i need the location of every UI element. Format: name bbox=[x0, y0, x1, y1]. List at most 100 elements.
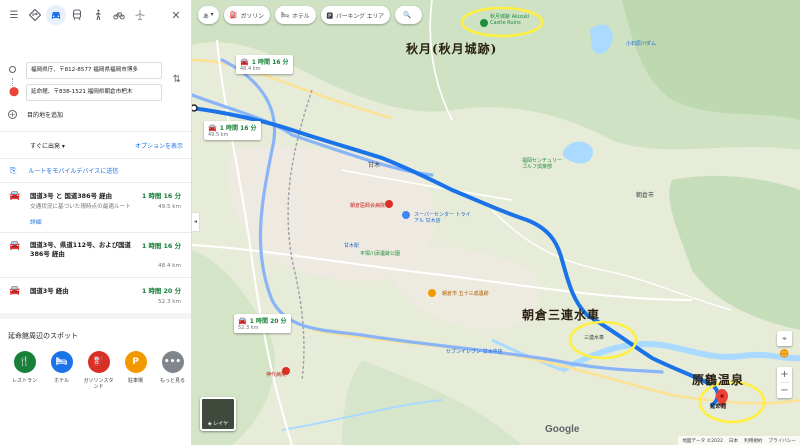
route-distance: 49.5 km bbox=[158, 204, 181, 210]
annotation-akizuki: 秋月(秋月城跡) bbox=[406, 42, 498, 56]
hotel-icon: 🛏 bbox=[50, 351, 73, 373]
map-canvas[interactable]: ◂ あ ▾ ⛽ ガソリン 🛏 ホテル 🅿 パーキング エリア 🔍 🚘 1 時間 16 分… bbox=[192, 0, 800, 445]
directions-mode-bike[interactable] bbox=[109, 5, 129, 25]
train-icon bbox=[72, 9, 82, 21]
google-logo: Google bbox=[545, 424, 580, 435]
hotel-chip[interactable]: 🛏 ホテル bbox=[274, 6, 316, 24]
zoom-control: + − bbox=[777, 367, 792, 398]
compass-icon[interactable]: ⌖ bbox=[777, 331, 792, 346]
directions-mode-walk[interactable] bbox=[88, 5, 108, 25]
route-description: 交通状況に基づいた現時点の最適ルート bbox=[30, 204, 131, 210]
route-time: 1 時間 16 分 bbox=[141, 192, 181, 200]
route-details-link[interactable]: 詳細 bbox=[30, 217, 181, 226]
gas-chip[interactable]: ⛽ ガソリン bbox=[223, 6, 270, 24]
spot-label: レストラン bbox=[11, 378, 37, 384]
origin-dot-icon bbox=[9, 66, 16, 73]
options-row: すぐに出発 ▾ オプションを表示 bbox=[0, 132, 191, 158]
route-option[interactable]: 🚘 国道3号 経由 1 時間 20 分 52.3 km bbox=[0, 278, 191, 313]
poi-label[interactable]: 神代病院 bbox=[266, 371, 286, 378]
search-chip[interactable]: 🔍 bbox=[395, 6, 423, 24]
car-icon: 🚘 bbox=[9, 241, 21, 251]
origin-input[interactable]: 福岡県庁、〒812-8577 福岡県福岡市博多 bbox=[26, 62, 162, 79]
spot-label: ガソリンスタンド bbox=[83, 378, 114, 390]
route-title: 国道3号 と 国道386号 経由 bbox=[30, 192, 112, 200]
route-distance: 52.3 km bbox=[158, 299, 181, 305]
spot-label: もっと見る bbox=[159, 378, 185, 384]
route-title: 国道3号、県道112号、および国道386号 経由 bbox=[30, 241, 131, 258]
map-attribution: 地図データ ©2022 日本 利用規約 プライバシー bbox=[678, 436, 800, 445]
layers-icon: ◈ bbox=[207, 421, 212, 427]
privacy-link[interactable]: プライバシー bbox=[769, 438, 796, 444]
spot-restaurant[interactable]: 🍴 レストラン bbox=[6, 351, 43, 390]
route-callout[interactable]: 🚘 1 時間 16 分 49.5 km bbox=[204, 121, 261, 140]
spot-label: 駐車場 bbox=[127, 378, 143, 384]
nearby-spots-title: 延命館周辺のスポット bbox=[8, 332, 78, 340]
plane-icon bbox=[135, 10, 145, 21]
send-to-phone-icon: ⎘ bbox=[10, 165, 17, 175]
route-title: 国道3号 経由 bbox=[30, 287, 69, 295]
car-icon bbox=[52, 12, 60, 19]
route-callout[interactable]: 🚘 1 時間 16 分 48.4 km bbox=[236, 55, 293, 74]
add-destination-button[interactable]: + 目的地を追加 bbox=[0, 106, 191, 122]
route-option[interactable]: 🚘 国道3号 と 国道386号 経由 1 時間 16 分 交通状況に基づいた現時… bbox=[0, 183, 191, 232]
parking-chip[interactable]: 🅿 パーキング エリア bbox=[320, 6, 391, 24]
street-view-pegman-icon[interactable]: ☻ bbox=[779, 349, 790, 363]
show-options-link[interactable]: オプションを表示 bbox=[135, 141, 183, 150]
route-option[interactable]: 🚘 国道3号、県道112号、および国道386号 経由 1 時間 16 分 48.… bbox=[0, 233, 191, 277]
poi-label[interactable]: 朝倉市 五十三成遺跡 bbox=[442, 290, 489, 297]
depart-now-dropdown[interactable]: すぐに出発 ▾ bbox=[30, 141, 65, 150]
directions-mode-flight[interactable] bbox=[130, 5, 150, 25]
hotel-icon: 🛏 bbox=[280, 11, 290, 19]
gas-station-icon: ⛽ bbox=[87, 351, 110, 373]
spot-hotel[interactable]: 🛏 ホテル bbox=[43, 351, 80, 390]
route-callout-distance: 52.3 km bbox=[238, 325, 259, 331]
diamond-route-icon bbox=[29, 9, 41, 21]
route-time: 1 時間 16 分 bbox=[141, 242, 181, 250]
google-maps-app: ☰ ✕ 福岡県庁、〒812-8577 福岡県福岡市博多 ⬤ 延命館、〒838-1… bbox=[0, 0, 800, 445]
zoom-in-button[interactable]: + bbox=[777, 367, 792, 382]
restaurant-icon: 🍴 bbox=[13, 351, 36, 373]
poi-label[interactable]: 平塚川添遺跡公園 bbox=[360, 250, 400, 257]
directions-mode-transit[interactable] bbox=[67, 5, 87, 25]
route-callout[interactable]: 🚘 1 時間 20 分 52.3 km bbox=[234, 314, 291, 333]
spot-parking[interactable]: P 駐車場 bbox=[117, 351, 154, 390]
poi-label[interactable]: 秋月城跡 Akizuki Castle Ruins bbox=[490, 14, 542, 26]
input-language-chip[interactable]: あ ▾ bbox=[198, 6, 219, 24]
directions-mode-best[interactable] bbox=[25, 5, 45, 25]
poi-label[interactable]: 甘木駅 bbox=[344, 242, 359, 249]
route-connector bbox=[12, 78, 13, 86]
destination-pin-icon: ⬤ bbox=[9, 87, 20, 97]
parking-icon: P bbox=[124, 351, 147, 373]
terms-link[interactable]: 利用規約 bbox=[744, 438, 762, 444]
bike-icon bbox=[113, 12, 125, 20]
route-distance: 48.4 km bbox=[158, 263, 181, 269]
destination-label[interactable]: 延命館 bbox=[710, 402, 727, 410]
route-time: 1 時間 20 分 bbox=[141, 287, 181, 295]
directions-mode-car[interactable] bbox=[46, 5, 66, 25]
poi-label[interactable]: 福岡センチュリー ゴルフ倶楽部 bbox=[522, 158, 566, 170]
poi-label[interactable]: 朝倉医師会病院 bbox=[350, 202, 385, 209]
poi-label[interactable]: スーパーセンター トライアル 甘木店 bbox=[414, 212, 474, 224]
layers-button[interactable]: ◈ レイヤ bbox=[200, 397, 236, 431]
zoom-out-button[interactable]: − bbox=[777, 383, 792, 398]
poi-label[interactable]: 三連水車 bbox=[584, 334, 604, 341]
route-callout-distance: 49.5 km bbox=[208, 132, 229, 138]
spot-gas-station[interactable]: ⛽ ガソリンスタンド bbox=[80, 351, 117, 390]
more-icon: ••• bbox=[161, 351, 184, 373]
destination-input[interactable]: 延命館、〒838-1521 福岡県朝倉市杷木 bbox=[26, 84, 162, 101]
menu-icon[interactable]: ☰ bbox=[4, 5, 24, 25]
route-callout-distance: 48.4 km bbox=[240, 66, 261, 72]
collapse-panel-button[interactable]: ◂ bbox=[192, 212, 200, 232]
car-icon: 🚘 bbox=[238, 316, 247, 325]
send-to-device-link[interactable]: ⎘ ルートをモバイルデバイスに送信 bbox=[0, 159, 191, 182]
car-icon: 🚘 bbox=[9, 286, 21, 296]
spot-more[interactable]: ••• もっと見る bbox=[154, 351, 191, 390]
poi-label[interactable]: セブンイレブン 甘木中店 bbox=[446, 348, 503, 355]
send-to-device-label: ルートをモバイルデバイスに送信 bbox=[28, 168, 119, 175]
car-icon: 🚘 bbox=[9, 191, 21, 201]
close-icon[interactable]: ✕ bbox=[166, 5, 186, 25]
map-data-credit: 地図データ ©2022 bbox=[682, 438, 723, 444]
swap-icon[interactable]: ⇅ bbox=[173, 74, 181, 85]
place-label: 甘木 bbox=[368, 162, 381, 169]
poi-label[interactable]: 小石原川ダム bbox=[626, 40, 656, 47]
